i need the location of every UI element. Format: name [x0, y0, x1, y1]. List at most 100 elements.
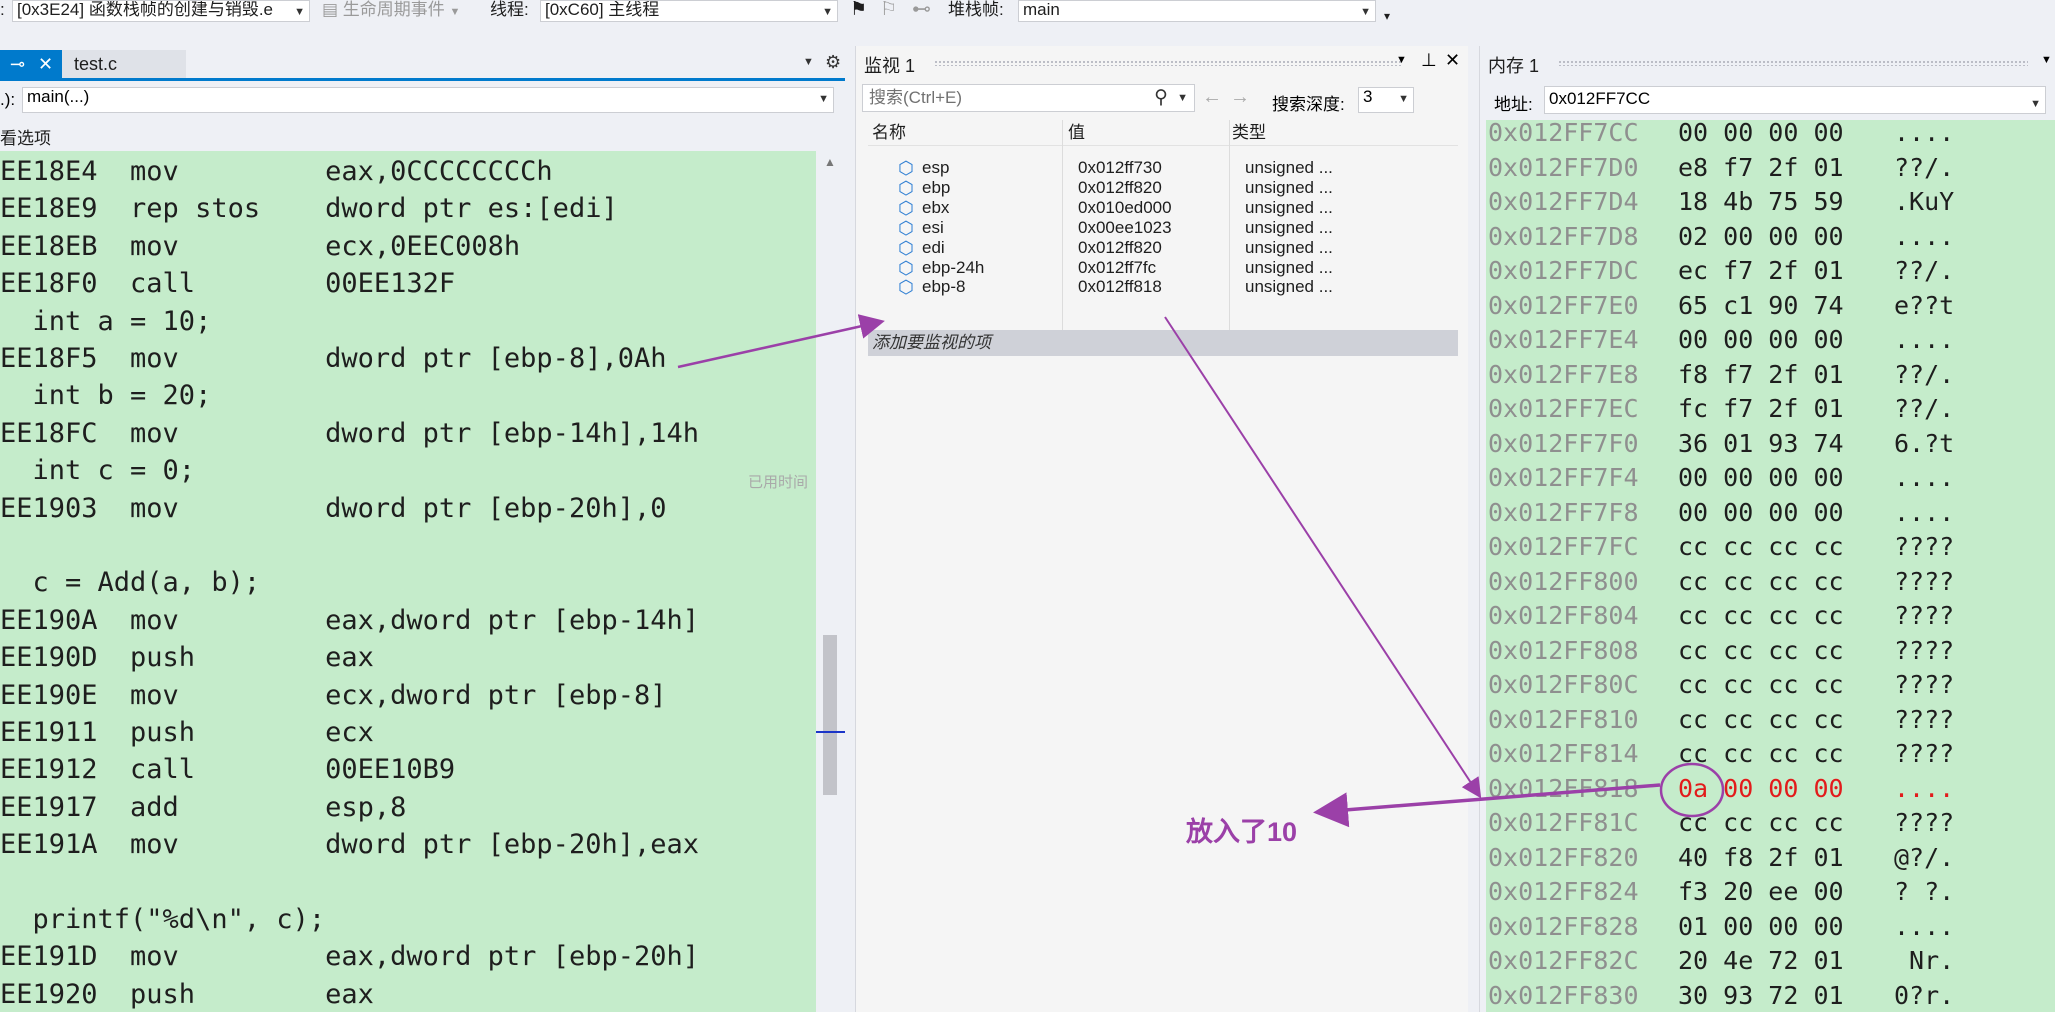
close-icon[interactable]: ✕: [38, 50, 53, 78]
code-line[interactable]: printf("%d\n", c);: [0, 901, 326, 938]
memory-row[interactable]: 0x012FF828 01 00 00 00....: [1486, 910, 2055, 944]
memory-row[interactable]: 0x012FF830 30 93 72 01 0?r.: [1486, 979, 2055, 1012]
panel-grip[interactable]: [1558, 60, 2028, 66]
code-line[interactable]: int c = 0;: [0, 452, 196, 489]
scroll-thumb[interactable]: [823, 635, 837, 795]
code-line[interactable]: EE1920 push eax: [0, 976, 374, 1012]
add-watch-row[interactable]: 添加要监视的项: [868, 330, 1458, 356]
watch-row[interactable]: ⬡ esp 0x012ff730 unsigned ...: [868, 158, 1458, 178]
close-icon[interactable]: ✕: [1445, 50, 1460, 71]
watch-row[interactable]: ⬡ ebp-24h 0x012ff7fc unsigned ...: [868, 258, 1458, 278]
code-line[interactable]: EE1917 add esp,8: [0, 789, 406, 826]
memory-row[interactable]: 0x012FF7EC fc f7 2f 01 ??/.: [1486, 392, 2055, 426]
process-frame-combo[interactable]: [0x3E24] 函数栈帧的创建与销毁.e ▼: [12, 0, 310, 22]
code-line[interactable]: EE18EB mov ecx,0EEC008h: [0, 228, 520, 265]
code-line[interactable]: EE18F5 mov dword ptr [ebp-8],0Ah: [0, 340, 666, 377]
memory-row[interactable]: 0x012FF7E8 f8 f7 2f 01 ??/.: [1486, 358, 2055, 392]
watch-row-value[interactable]: 0x012ff730: [1078, 158, 1162, 178]
memory-row[interactable]: 0x012FF82C 20 4e 72 01 Nr.: [1486, 944, 2055, 978]
memory-row[interactable]: 0x012FF7D4 18 4b 75 59 .KuY: [1486, 185, 2055, 219]
forward-arrow-icon[interactable]: →: [1230, 86, 1250, 109]
flag-threads-icon[interactable]: ⚐: [880, 0, 897, 24]
code-line[interactable]: EE1903 mov dword ptr [ebp-20h],0: [0, 490, 666, 527]
dropdown-icon: ▼: [2030, 98, 2041, 110]
code-line[interactable]: EE190D push eax: [0, 639, 374, 676]
active-tab-controls[interactable]: ⊸ ✕: [0, 50, 62, 78]
code-line[interactable]: EE190E mov ecx,dword ptr [ebp-8]: [0, 677, 666, 714]
memory-row[interactable]: 0x012FF800 cc cc cc cc????: [1486, 565, 2055, 599]
pin-icon[interactable]: ⊥: [1421, 50, 1437, 71]
code-line[interactable]: EE18E4 mov eax,0CCCCCCCCh: [0, 153, 553, 190]
memory-row[interactable]: 0x012FF7F0 36 01 93 74 6.?t: [1486, 427, 2055, 461]
memory-row[interactable]: 0x012FF80C cc cc cc cc????: [1486, 668, 2055, 702]
tab-list-dropdown-icon[interactable]: ▼: [803, 56, 814, 68]
code-line[interactable]: EE18E9 rep stos dword ptr es:[edi]: [0, 190, 618, 227]
column-header-type[interactable]: 类型: [1232, 120, 1266, 146]
function-combo[interactable]: main(...) ▼: [22, 87, 834, 113]
memory-row[interactable]: 0x012FF818 0a 00 00 00....: [1486, 772, 2055, 806]
window-menu-dropdown-icon[interactable]: ▼: [1396, 54, 1407, 66]
memory-row[interactable]: 0x012FF7F4 00 00 00 00....: [1486, 461, 2055, 495]
watch-row[interactable]: ⬡ edi 0x012ff820 unsigned ...: [868, 238, 1458, 258]
watch-row[interactable]: ⬡ ebp 0x012ff820 unsigned ...: [868, 178, 1458, 198]
dropdown-icon[interactable]: ▼: [1177, 85, 1188, 111]
memory-dump[interactable]: 0x012FF7CC 00 00 00 00.... 0x012FF7D0 e8 f7…: [1486, 120, 2055, 1012]
pin-icon[interactable]: ⊸: [10, 50, 25, 78]
memory-row[interactable]: 0x012FF7FC cc cc cc cc????: [1486, 530, 2055, 564]
watch-row-value[interactable]: 0x012ff820: [1078, 178, 1162, 198]
memory-row[interactable]: 0x012FF7D0 e8 f7 2f 01 ??/.: [1486, 151, 2055, 185]
memory-row[interactable]: 0x012FF804 cc cc cc cc????: [1486, 599, 2055, 633]
memory-row[interactable]: 0x012FF820 40 f8 2f 01 @?/.: [1486, 841, 2055, 875]
column-header-name[interactable]: 名称: [872, 120, 906, 146]
panel-grip[interactable]: [934, 60, 1402, 66]
watch-row-value[interactable]: 0x010ed000: [1078, 198, 1172, 218]
code-line[interactable]: EE191D mov eax,dword ptr [ebp-20h]: [0, 938, 699, 975]
code-line[interactable]: EE1911 push ecx: [0, 714, 374, 751]
watch-search-input[interactable]: 搜索(Ctrl+E) ⚲ ▼: [862, 84, 1195, 112]
flag-icon[interactable]: ⚑: [850, 0, 867, 24]
code-line[interactable]: c = Add(a, b);: [0, 564, 261, 601]
code-line[interactable]: EE18FC mov dword ptr [ebp-14h],14h: [0, 415, 699, 452]
address-input[interactable]: 0x012FF7CC ▼: [1544, 86, 2046, 114]
filter-icon[interactable]: ⊷: [912, 0, 931, 24]
memory-row[interactable]: 0x012FF814 cc cc cc cc????: [1486, 737, 2055, 771]
memory-row[interactable]: 0x012FF7F8 00 00 00 00....: [1486, 496, 2055, 530]
memory-row[interactable]: 0x012FF808 cc cc cc cc????: [1486, 634, 2055, 668]
search-depth-combo[interactable]: 3 ▼: [1358, 87, 1414, 113]
watch-row[interactable]: ⬡ ebx 0x010ed000 unsigned ...: [868, 198, 1458, 218]
code-line[interactable]: EE190A mov eax,dword ptr [ebp-14h]: [0, 602, 699, 639]
code-line[interactable]: int a = 10;: [0, 303, 212, 340]
watch-row-value[interactable]: 0x012ff7fc: [1078, 258, 1156, 278]
tab-test-c[interactable]: test.c: [62, 50, 186, 78]
memory-row[interactable]: 0x012FF7E4 00 00 00 00....: [1486, 323, 2055, 357]
memory-row[interactable]: 0x012FF810 cc cc cc cc????: [1486, 703, 2055, 737]
memory-row[interactable]: 0x012FF7CC 00 00 00 00....: [1486, 120, 2055, 150]
memory-row[interactable]: 0x012FF7E0 65 c1 90 74 e??t: [1486, 289, 2055, 323]
watch-row-value[interactable]: 0x00ee1023: [1078, 218, 1172, 238]
watch-row-value[interactable]: 0x012ff820: [1078, 238, 1162, 258]
watch-row[interactable]: ⬡ esi 0x00ee1023 unsigned ...: [868, 218, 1458, 238]
watch-row[interactable]: ⬡ ebp-8 0x012ff818 unsigned ...: [868, 277, 1458, 297]
search-icon[interactable]: ⚲: [1154, 85, 1168, 111]
column-header-value[interactable]: 值: [1068, 120, 1085, 146]
scroll-up-icon[interactable]: ▲: [824, 155, 836, 169]
code-line[interactable]: int b = 20;: [0, 377, 212, 414]
disassembly-code[interactable]: EE18E4 mov eax,0CCCCCCCCh EE18E9 rep stos…: [0, 151, 816, 1012]
window-menu-dropdown-icon[interactable]: ▼: [2041, 54, 2052, 66]
thread-combo[interactable]: [0xC60] 主线程 ▼: [540, 0, 838, 22]
memory-row[interactable]: 0x012FF824 f3 20 ee 00 ? ?.: [1486, 875, 2055, 909]
memory-row[interactable]: 0x012FF7D8 02 00 00 00....: [1486, 220, 2055, 254]
code-line[interactable]: EE1912 call 00EE10B9: [0, 751, 455, 788]
gear-icon[interactable]: ⚙: [825, 52, 841, 73]
memory-row[interactable]: 0x012FF81C cc cc cc cc????: [1486, 806, 2055, 840]
toolbar-overflow-icon[interactable]: ▾: [1384, 6, 1390, 30]
stackframe-combo[interactable]: main ▼: [1018, 0, 1376, 22]
lifecycle-events-button[interactable]: ▤ 生命周期事件 ▼: [322, 0, 460, 24]
code-line[interactable]: EE191A mov dword ptr [ebp-20h],eax: [0, 826, 699, 863]
code-line[interactable]: EE18F0 call 00EE132F: [0, 265, 455, 302]
watch-row-value[interactable]: 0x012ff818: [1078, 277, 1162, 297]
code-scrollbar[interactable]: ▲: [816, 151, 845, 1012]
view-options-label[interactable]: 看选项: [0, 124, 51, 149]
memory-row[interactable]: 0x012FF7DC ec f7 2f 01 ??/.: [1486, 254, 2055, 288]
back-arrow-icon[interactable]: ←: [1202, 86, 1222, 109]
